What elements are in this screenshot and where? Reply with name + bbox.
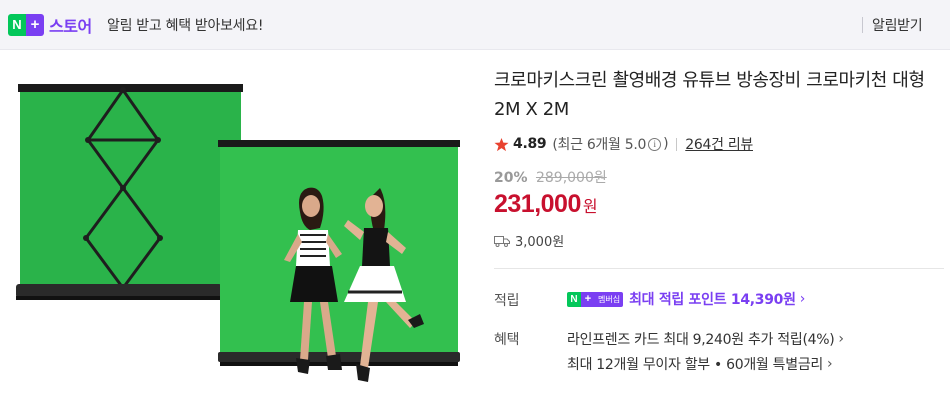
original-price: 289,000원 [535,170,607,186]
card-benefit-link[interactable]: 라인프렌즈 카드 최대 9,240원 추가 적립(4%) › [567,329,844,349]
card-benefit-text: 라인프렌즈 카드 최대 9,240원 추가 적립(4%) [567,332,835,348]
installment-benefit-text: 최대 12개월 무이자 할부 • 60개월 특별금리 [567,357,823,373]
review-count-link[interactable]: 264건 리뷰 [685,134,753,154]
notice-text: 알림 받고 혜택 받아보세요! [107,18,264,34]
info-icon[interactable]: i [648,137,662,151]
badge-plus: + [581,291,595,307]
benefit-label: 혜택 [494,332,520,348]
price-row: 231,000 원 [494,190,598,219]
product-title: 크로마키스크린 촬영배경 유튜브 방송장비 크로마키천 대형 2M X 2M [494,70,925,120]
notification-bar: N + 스토어 알림 받고 혜택 받아보세요! 알림받기 [0,0,950,50]
chevron-right-icon: › [827,356,833,372]
rating-row: 4.89 (최근 6개월 5.0 i ) 264건 리뷰 [494,134,753,154]
badge-n: N [567,291,581,307]
membership-points-link[interactable]: N + 멤버십 최대 적립 포인트 14,390원 › [567,289,805,309]
divider [862,17,863,33]
rating-value: 4.89 [513,136,547,152]
chroma-key-illustration [16,84,460,382]
back-screen [16,84,243,300]
naver-plus-badge: N + [8,14,44,36]
points-label: 적립 [494,293,520,309]
shipping-row: 3,000원 [494,231,564,250]
chevron-right-icon: › [799,291,806,307]
badge-plus: + [26,14,44,36]
discount-rate: 20% [494,170,528,186]
max-points-text: 최대 적립 포인트 14,390원 [629,292,796,308]
sale-price: 231,000 [494,190,581,218]
product-image[interactable] [8,70,468,394]
currency-unit: 원 [582,197,598,216]
badge-n: N [8,14,26,36]
recent-rating: (최근 6개월 5.0 [552,137,647,153]
membership-badge-text: 멤버십 [595,291,624,307]
star-icon [494,137,509,151]
brand-name: 스토어 [49,17,92,36]
installment-benefit-link[interactable]: 최대 12개월 무이자 할부 • 60개월 특별금리 › [567,354,833,374]
store-logo[interactable]: N + 스토어 [8,13,92,37]
discount-row: 20% 289,000원 [494,167,607,187]
section-divider [494,268,944,269]
recent-rating-close: ) [663,136,669,152]
membership-badge: N + 멤버십 [567,291,624,307]
divider [676,137,678,151]
subscribe-alert-button[interactable]: 알림받기 [872,15,923,35]
shipping-fee: 3,000원 [515,235,565,250]
truck-icon [494,235,510,247]
chevron-right-icon: › [838,331,844,347]
